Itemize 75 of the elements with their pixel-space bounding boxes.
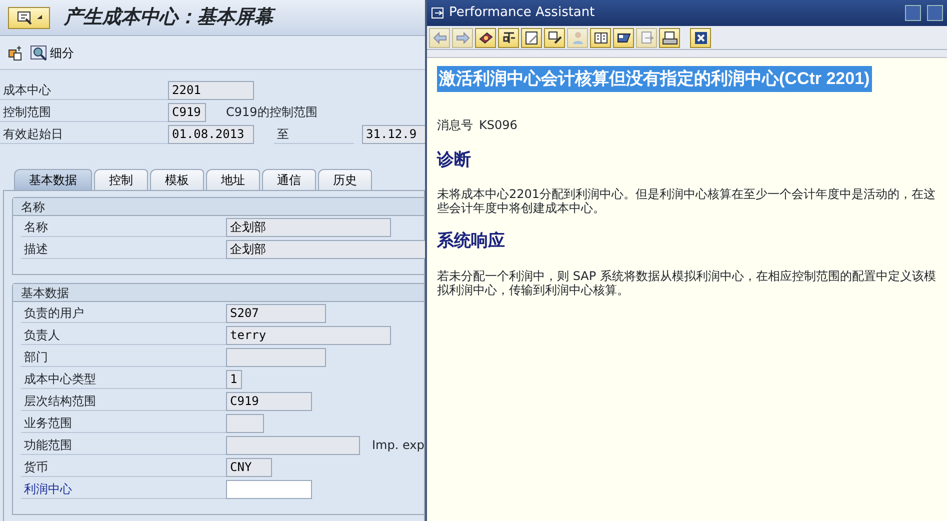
tab[interactable]: 通信 — [262, 169, 316, 190]
field-label: 部门 — [21, 347, 226, 367]
input-field[interactable]: S207 — [226, 304, 326, 322]
window-icon — [431, 7, 445, 19]
field-label: 业务范围 — [21, 413, 226, 433]
detail-button[interactable]: 细分 — [30, 44, 74, 62]
hierarchy-button[interactable] — [8, 44, 24, 60]
field-label: 功能范围 — [21, 435, 226, 455]
field-label: 成本中心类型 — [21, 369, 226, 389]
field-label: 控制范围 — [0, 102, 168, 122]
field-label: 至 — [274, 124, 354, 144]
tag-button[interactable] — [613, 28, 634, 48]
tab[interactable]: 历史 — [318, 169, 372, 190]
message-heading: 激活利润中心会计核算但没有指定的利润中心(CCtr 2201) — [437, 66, 872, 92]
message-number: KS096 — [479, 118, 518, 132]
field-label: 描述 — [21, 239, 226, 259]
input-field[interactable]: 1 — [226, 370, 242, 388]
book-button[interactable] — [475, 28, 496, 48]
field-label: 名称 — [21, 217, 226, 237]
section-heading: 诊断 — [437, 148, 472, 172]
window-title: Performance Assistant — [449, 4, 595, 22]
columns-icon — [592, 30, 608, 46]
export-icon — [638, 30, 654, 46]
forward-icon — [454, 30, 470, 46]
group-title: 基本数据 — [13, 284, 424, 302]
field-label: 负责的用户 — [21, 303, 226, 323]
book-icon — [478, 30, 494, 46]
splitter-handle[interactable] — [427, 50, 947, 58]
field-label: 负责人 — [21, 325, 226, 345]
input-field[interactable] — [226, 480, 312, 498]
print-icon — [662, 30, 678, 46]
tools-button[interactable] — [498, 28, 519, 48]
input-field[interactable]: terry — [226, 326, 391, 344]
magnifier-icon — [30, 44, 48, 60]
close-button[interactable] — [690, 28, 711, 48]
field-label: 货币 — [21, 457, 226, 477]
menu-button[interactable] — [8, 6, 50, 28]
field-label: 有效起始日 — [0, 124, 168, 144]
input-field[interactable]: 2201 — [168, 80, 254, 100]
paragraph: 若未分配一个利润中，则 SAP 系统将数据从模拟利润中心，在相应控制范围的配置中定义该模拟利润中心，传输到利润中心核算。 — [437, 268, 937, 296]
section-heading: 系统响应 — [437, 230, 506, 253]
print-button[interactable] — [659, 28, 680, 48]
edit-icon — [524, 30, 540, 46]
maximize-button[interactable] — [927, 5, 943, 21]
screen-pen-icon — [16, 10, 32, 24]
input-field[interactable] — [226, 436, 360, 454]
input-field[interactable] — [226, 348, 326, 366]
columns-button[interactable] — [590, 28, 611, 48]
input-field[interactable]: C919 — [168, 102, 206, 122]
group-title: 名称 — [13, 198, 424, 216]
tab[interactable]: 基本数据 — [14, 169, 92, 190]
field-label: 利润中心 — [21, 479, 226, 499]
minimize-button[interactable] — [905, 5, 921, 21]
input-field[interactable]: C919 — [226, 392, 312, 410]
input-field[interactable]: 企划部 — [226, 218, 391, 236]
tab[interactable]: 控制 — [94, 169, 148, 190]
tab[interactable]: 模板 — [150, 169, 204, 190]
paragraph: 未将成本中心2201分配到利润中心。但是利润中心核算在至少一个会计年度中是活动的，在这些会计年度中将创建成本中心。 — [437, 187, 937, 215]
note-button[interactable] — [544, 28, 565, 48]
edit-button[interactable] — [521, 28, 542, 48]
field-note: Imp. exp — [372, 437, 424, 454]
field-description: C919的控制范围 — [226, 104, 318, 121]
caret-icon — [36, 15, 42, 20]
message-label: 消息号 — [437, 118, 473, 132]
back-icon — [432, 30, 448, 46]
input-field[interactable]: 企划部 — [226, 240, 425, 258]
close-icon — [692, 30, 708, 46]
field-label: 成本中心 — [0, 80, 168, 100]
input-field[interactable]: 31.12.9 — [362, 124, 425, 144]
field-label: 层次结构范围 — [21, 391, 226, 411]
input-field[interactable] — [226, 414, 264, 432]
input-field[interactable]: 01.08.2013 — [168, 124, 254, 144]
hierarchy-icon — [8, 44, 24, 60]
tab[interactable]: 地址 — [206, 169, 260, 190]
input-field[interactable]: CNY — [226, 458, 272, 476]
